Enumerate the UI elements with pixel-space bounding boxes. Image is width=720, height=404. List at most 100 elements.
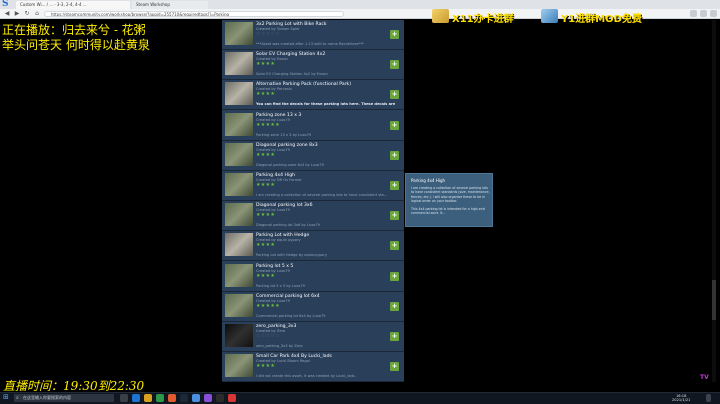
subscribe-button[interactable]: + [390,301,399,311]
item-tooltip: Parking 4x4 High I am creating a collect… [405,173,493,227]
item-rating: ☆☆☆☆☆ [256,31,280,37]
app-icon-3[interactable] [192,394,200,402]
subscribe-button[interactable]: + [390,150,399,160]
item-description: Parking zone 13 x 3 by Luxo79 [256,132,312,137]
subscribe-button[interactable]: + [390,181,399,190]
forward-icon[interactable]: ▶ [13,10,21,18]
workshop-list: 3x2 Parking Lot with Bike Rack Created by… [222,20,404,382]
item-thumbnail[interactable] [225,354,253,378]
workshop-item[interactable]: Parking Lot with Hedge Created by aquin p… [222,231,404,262]
item-thumbnail[interactable] [225,142,253,166]
task-view-icon[interactable] [120,394,128,402]
workshop-item[interactable]: Diagonal parking zone 8x3 Created by Luxo… [222,141,404,171]
search-icon: ⌕ [16,395,19,401]
subscribe-button[interactable]: + [390,30,399,39]
scrollbar-thumb[interactable] [712,280,716,320]
workshop-item[interactable]: Parking lot 5 x 5 Created by Luxo79 ★★★★ Pa… [222,262,404,292]
overlay-top-text-2: Y1进群MOD免费 [561,14,642,25]
workshop-item[interactable]: Commercial parking lot 6x4 Created by Lux… [222,292,404,322]
item-thumbnail[interactable] [225,82,253,106]
home-icon[interactable]: ⌂ [33,10,41,18]
subscribe-button[interactable]: + [390,120,399,130]
item-rating: ★★★★ [256,212,276,219]
overlay-avatar-icon [432,9,449,23]
browser-logo-icon: S [2,0,9,9]
workshop-item[interactable]: Alternative Parking Pack (functional Par… [222,80,404,111]
app-icon-1[interactable] [156,394,164,402]
item-description: Parking lot 5 x 5 by Luxo79 [256,283,305,288]
item-description: I did not create this asset, it was crea… [256,374,356,379]
explorer-icon[interactable] [144,394,152,402]
subscribe-button[interactable]: + [390,362,399,372]
item-thumbnail[interactable] [225,173,253,196]
item-thumbnail[interactable] [225,263,253,287]
workshop-item[interactable]: 3x2 Parking Lot with Bike Rack Created by… [222,20,404,50]
item-description: I am creating a collection of several pa… [256,193,388,197]
now-playing-text: 正在播放：归去来兮 - 花粥 [2,23,146,37]
browser-tab[interactable]: Steam Workshop [132,1,208,9]
lyric-text: 举头问苍天 何时得以赴黄泉 [2,38,150,52]
workshop-item[interactable]: Parking zone 13 x 3 Created by Luxo79 ★★★★… [222,111,404,141]
subscribe-button[interactable]: + [390,332,399,341]
workshop-item[interactable]: Diagonal parking lot 3x6 Created by Luxo7… [222,201,404,232]
overlay-avatar-icon-2 [541,9,558,23]
screen: S Custom Wi... / ... · 3-3, 2-4, 4-4 ...… [0,0,720,404]
menu-icon[interactable] [700,10,707,17]
url-field[interactable]: https://steamcommunity.com/workshop/brow… [44,11,344,17]
item-rating: ★★★★ [256,242,276,249]
item-rating: ★★★★★ [256,121,280,128]
item-thumbnail[interactable] [225,52,253,76]
item-description: Diagonal parking zone 8x3 by Luxo79 [256,162,324,167]
taskbar-search-input[interactable]: 在这里输入你要搜索的内容 [14,394,114,402]
item-rating: ★★★★ [256,272,276,279]
subscribe-button[interactable]: + [390,211,399,221]
item-rating: ★★★★ [256,61,276,68]
workshop-item[interactable]: Parking 4x4 High Created by DR Os Former ★… [222,171,404,201]
item-rating: ★★★★★ [256,302,280,309]
extension-icon[interactable] [690,10,697,17]
workshop-item[interactable]: Small Car Park 4x4 By Lucki_lads Created … [222,352,404,382]
item-rating: ★★★★ [256,182,276,188]
item-description: Diagonal parking lot 3x6 by Luxo79 [256,223,320,228]
profile-icon[interactable] [710,10,717,17]
item-description: ***Asset was created after 1.13 with to … [256,42,364,46]
item-thumbnail[interactable] [225,233,253,257]
item-description: You can find the decals for these parkin… [256,102,396,107]
app-icon-6[interactable] [228,394,236,402]
item-description: Parking Lot with Hedge by aquinpypory [256,253,327,258]
subscribe-button[interactable]: + [390,241,399,251]
tooltip-line: commercial zone. It... [411,211,446,216]
notification-icon[interactable] [706,394,711,402]
item-rating: ★★★★ [256,91,276,98]
browser-tab-active[interactable]: Custom Wi... / ... · 3-3, 2-4, 4-4 ... [16,1,130,9]
back-icon[interactable]: ◀ [3,10,11,18]
item-description: Commercial parking lot 6x4 by Luxo79 [256,313,326,318]
tooltip-body: I am creating a collection of several pa… [411,186,491,215]
app-icon-4[interactable] [204,394,212,402]
overlay-top-text-1: X11办卡进群 [452,14,514,25]
scrollbar-track[interactable] [712,20,716,382]
subscribe-button[interactable]: + [390,271,399,281]
tooltip-title: Parking 4x4 High [411,178,446,183]
item-thumbnail[interactable] [225,203,253,227]
app-icon-2[interactable] [168,394,176,402]
workshop-item[interactable]: Solar EV Charging Station 4x2 Created by … [222,50,404,81]
workshop-item[interactable]: zero_parking_3x3 Created by Zero ☆☆☆☆☆ zero… [222,322,404,352]
item-thumbnail[interactable] [225,293,253,317]
edge-icon[interactable] [132,394,140,402]
subscribe-button[interactable]: + [390,60,399,70]
refresh-icon[interactable]: ↻ [23,10,31,18]
clock-date: 2021/1/21 [672,398,691,402]
windows-start-icon[interactable]: ⊞ [3,394,10,401]
item-thumbnail[interactable] [225,324,253,347]
corner-logo: TV [700,374,709,381]
item-rating: ☆☆☆☆☆ [256,333,280,339]
item-thumbnail[interactable] [225,112,253,136]
item-description: Solar EV Charging Station 4x2 by Exxon [256,72,328,77]
item-description: zero_parking_3x3 by Zero [256,344,303,348]
subscribe-button[interactable]: + [390,90,399,100]
steam-icon[interactable] [180,394,188,402]
app-icon-5[interactable] [216,394,224,402]
item-rating: ★★★★ [256,151,276,158]
item-thumbnail[interactable] [225,22,253,45]
